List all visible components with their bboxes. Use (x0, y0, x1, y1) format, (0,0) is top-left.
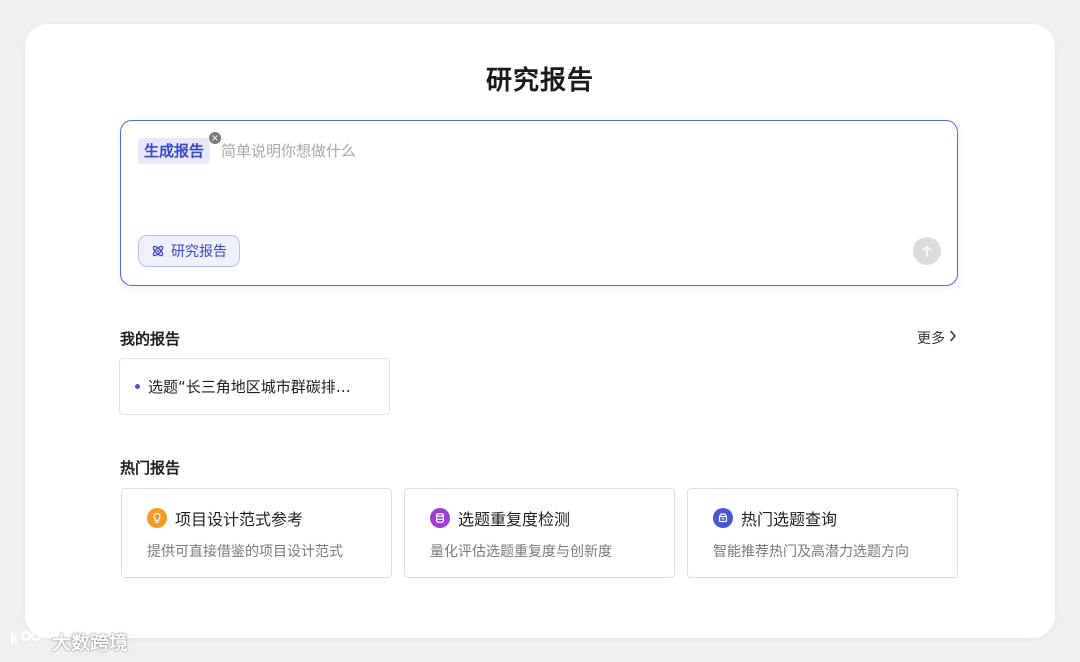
lightbulb-icon (147, 508, 167, 528)
atom-icon (151, 244, 165, 258)
hot-card-title: 选题重复度检测 (458, 510, 571, 529)
more-link[interactable]: 更多 (917, 328, 957, 348)
hot-card-desc: 量化评估选题重复度与创新度 (430, 544, 612, 560)
hot-card-desc: 提供可直接借鉴的项目设计范式 (147, 544, 343, 560)
watermark: 大数跨境 (8, 628, 128, 655)
hot-reports-heading: 热门报告 (120, 459, 181, 477)
close-icon[interactable]: × (208, 131, 222, 145)
hot-report-card-design-paradigm[interactable]: 项目设计范式参考 提供可直接借鉴的项目设计范式 (121, 488, 392, 578)
bullet-dot (135, 384, 140, 389)
report-composer[interactable]: 生成报告 × 研究报告 (120, 120, 958, 286)
research-report-tool-button[interactable]: 研究报告 (138, 235, 240, 267)
page-title: 研究报告 (485, 66, 594, 96)
database-icon (430, 508, 450, 528)
watermark-text: 大数跨境 (52, 632, 129, 654)
archive-box-icon (713, 508, 733, 528)
my-report-item-label: 选题“长三角地区城市群碳排… (148, 378, 351, 396)
send-button[interactable] (913, 237, 941, 265)
prompt-input[interactable] (221, 138, 921, 164)
hot-card-title: 热门选题查询 (741, 510, 838, 529)
my-reports-heading: 我的报告 (120, 330, 181, 348)
my-report-item[interactable]: 选题“长三角地区城市群碳排… (119, 358, 390, 415)
arrow-up-icon (921, 242, 933, 261)
hot-card-title: 项目设计范式参考 (175, 510, 304, 529)
mode-chip-generate-report: 生成报告 (138, 138, 211, 164)
chevron-right-icon (949, 330, 957, 346)
hot-report-card-hot-topics[interactable]: 热门选题查询 智能推荐热门及高潜力选题方向 (687, 488, 958, 578)
tool-chip-label: 研究报告 (171, 244, 227, 260)
hot-card-desc: 智能推荐热门及高潜力选题方向 (713, 544, 909, 560)
main-card: 研究报告 生成报告 × 研究报告 我的报告 更多 (25, 24, 1055, 638)
hot-report-card-duplicate-check[interactable]: 选题重复度检测 量化评估选题重复度与创新度 (404, 488, 675, 578)
brand-logo-icon (8, 628, 48, 655)
more-link-label: 更多 (917, 331, 945, 347)
